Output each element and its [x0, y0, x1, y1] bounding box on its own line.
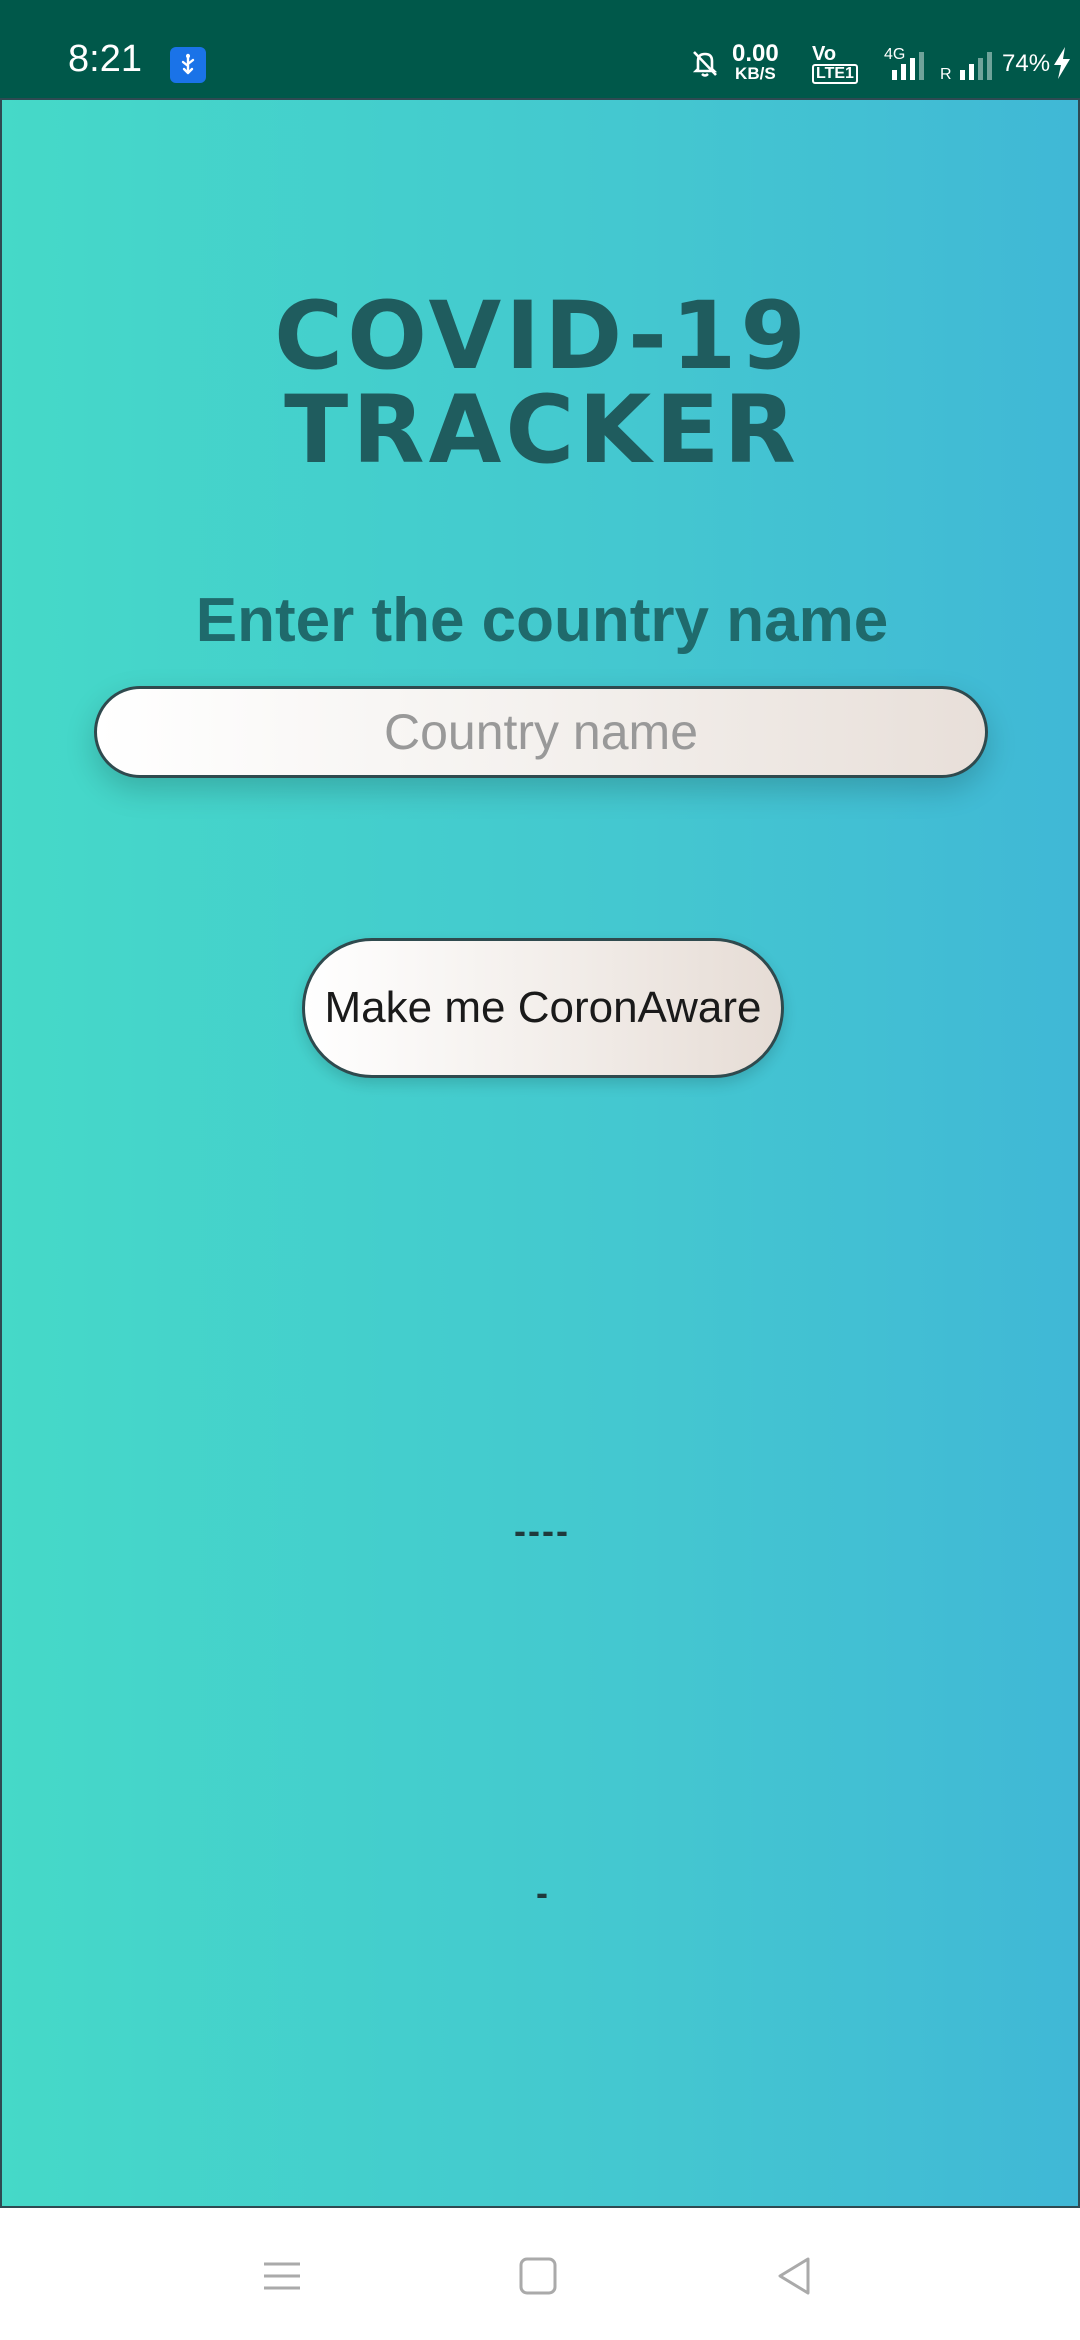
volte-top: Vo: [812, 43, 837, 65]
country-input[interactable]: [94, 686, 988, 778]
bell-off-icon: [690, 48, 720, 83]
net-speed-value: 0.00: [732, 40, 779, 67]
battery-level: 74%: [1002, 50, 1051, 77]
volte-indicator: Vo LTE1: [812, 44, 858, 84]
charging-bolt-icon: [1052, 46, 1072, 85]
result-line-1: ----: [514, 1510, 570, 1551]
app-container: COVID-19 TRACKER Enter the country name …: [0, 98, 1080, 2208]
signal-icon: [940, 48, 1000, 87]
country-prompt: Enter the country name: [195, 586, 889, 655]
menu-icon[interactable]: [262, 2256, 302, 2301]
status-bar: 8:21 0.00 KB/S Vo LTE1 4G R 74%: [0, 0, 1080, 98]
status-icons: 0.00 KB/S Vo LTE1 4G R 74%: [660, 0, 1080, 98]
net-speed-unit: KB/S: [735, 64, 776, 83]
usb-icon: [170, 47, 206, 83]
result-line-2: -: [536, 1872, 548, 1913]
back-icon[interactable]: [774, 2256, 814, 2301]
app-title: COVID-19 TRACKER: [274, 282, 810, 485]
net-speed: 0.00 KB/S: [732, 42, 779, 84]
navigation-bar: [0, 2208, 1080, 2340]
signal-icon: [872, 48, 928, 87]
coronaware-button[interactable]: Make me CoronAware: [302, 938, 784, 1078]
home-icon[interactable]: [518, 2256, 558, 2301]
volte-bottom: LTE1: [812, 64, 858, 84]
status-time: 8:21: [68, 38, 142, 80]
